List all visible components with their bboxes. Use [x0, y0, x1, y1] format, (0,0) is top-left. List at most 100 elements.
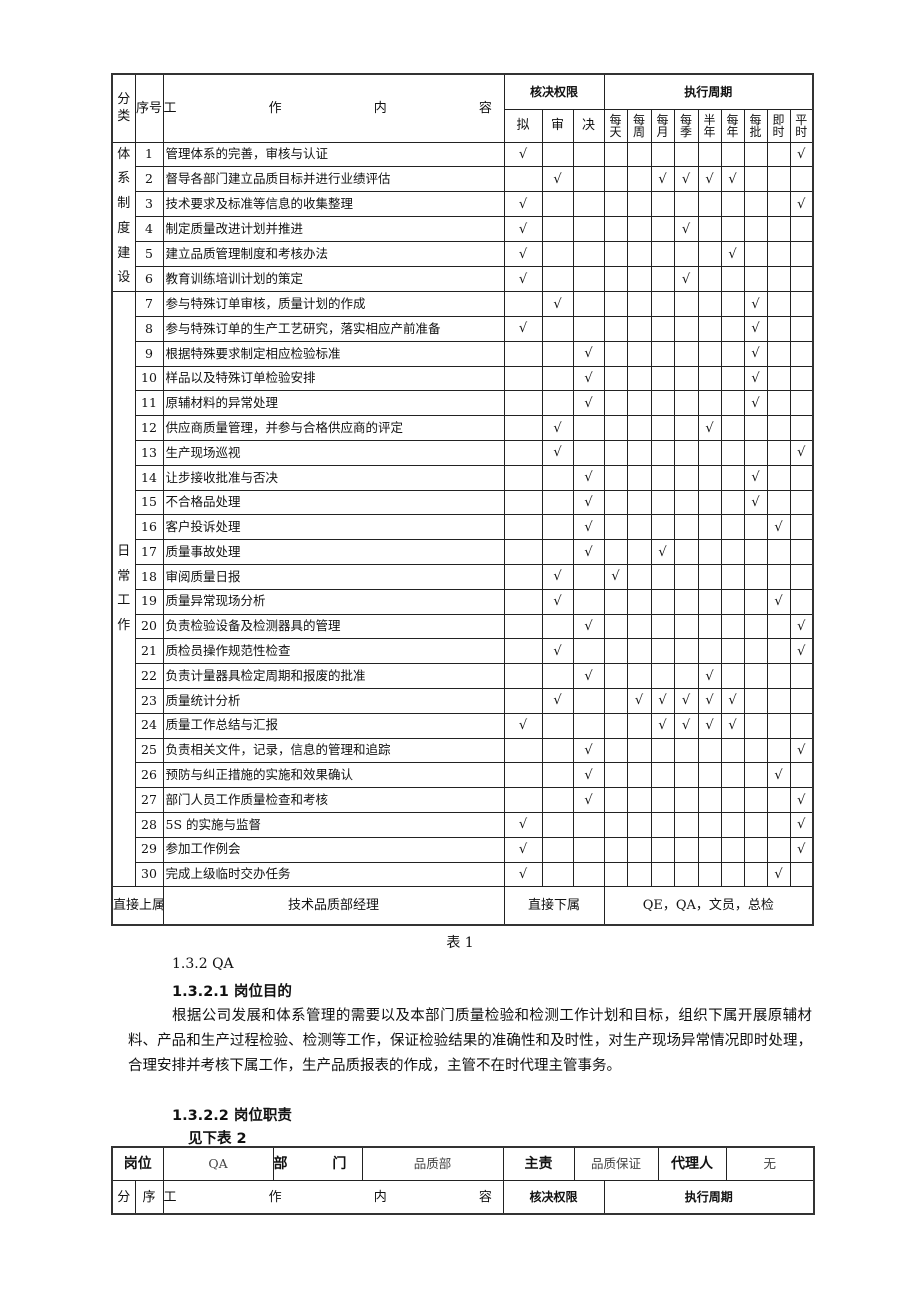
check-cell: [720, 564, 745, 590]
check-cell: [743, 588, 768, 615]
check-cell: [697, 191, 722, 218]
check-cell: [603, 191, 628, 218]
check-cell: [743, 638, 768, 665]
check-cell: √: [572, 340, 605, 367]
check-mark-icon: √: [518, 246, 528, 262]
check-cell: √: [720, 688, 745, 714]
see-table-note: 见下表 2: [188, 1131, 247, 1147]
check-cell: [572, 166, 605, 193]
row-content: 预防与纠正措施的实施和效果确认: [162, 762, 505, 789]
check-cell: √: [673, 688, 699, 714]
check-cell: [743, 861, 768, 888]
check-cell: [603, 216, 628, 243]
check-mark-icon: √: [728, 718, 737, 734]
check-cell: [743, 836, 768, 863]
check-cell: [626, 291, 652, 318]
check-cell: [572, 191, 605, 218]
check-cell: [626, 588, 652, 615]
check-cell: [697, 316, 722, 342]
check-cell: [603, 415, 628, 442]
check-mark-icon: √: [751, 470, 760, 486]
check-cell: [572, 216, 605, 243]
check-cell: √: [541, 588, 574, 615]
dept-value: 品质部: [361, 1146, 504, 1181]
table-row: 11 原辅材料的异常处理 √ √: [112, 390, 814, 417]
check-cell: √: [503, 191, 543, 218]
check-cell: [673, 390, 699, 417]
check-cell: [541, 191, 574, 218]
table-row: 29 参加工作例会 √ √: [112, 836, 814, 863]
header-seq: 序号: [134, 73, 164, 143]
check-cell: [673, 440, 699, 466]
check-cell: [673, 464, 699, 491]
check-cell: √: [572, 613, 605, 640]
header-cycle-col: 平时: [789, 108, 814, 143]
header-authority-col: 审: [541, 108, 574, 143]
check-cell: [541, 663, 574, 690]
check-mark-icon: √: [553, 420, 562, 436]
check-cell: [673, 588, 699, 615]
position-label: 岗位: [111, 1146, 164, 1181]
check-cell: [572, 588, 605, 615]
check-cell: [789, 340, 814, 367]
check-cell: [697, 836, 722, 863]
check-cell: [603, 365, 628, 392]
row-number: 20: [134, 613, 164, 640]
header-cycle-col: 每批: [743, 108, 768, 143]
check-cell: [789, 216, 814, 243]
check-cell: [541, 316, 574, 342]
check-mark-icon: √: [553, 569, 562, 585]
row-number: 18: [134, 564, 164, 590]
check-cell: [720, 415, 745, 442]
check-mark-icon: √: [797, 643, 806, 659]
check-cell: [603, 266, 628, 293]
check-cell: [626, 440, 652, 466]
row-number: 3: [134, 191, 164, 218]
check-cell: √: [789, 638, 814, 665]
check-cell: [603, 588, 628, 615]
check-cell: [743, 688, 768, 714]
row-content: 负责计量器具检定周期和报废的批准: [162, 663, 505, 690]
heading-1-3-2-2: 1.3.2.2 岗位职责: [172, 1108, 292, 1124]
check-cell: [603, 514, 628, 541]
check-cell: [650, 316, 675, 342]
check-mark-icon: √: [553, 594, 562, 610]
check-cell: [650, 415, 675, 442]
row-number: 14: [134, 464, 164, 491]
check-cell: [603, 141, 628, 168]
check-cell: [673, 365, 699, 392]
table-row: 19 质量异常现场分析 √ √: [112, 588, 814, 615]
check-cell: [650, 613, 675, 640]
check-cell: [743, 812, 768, 838]
check-mark-icon: √: [797, 619, 806, 635]
check-cell: [572, 712, 605, 739]
check-mark-icon: √: [584, 371, 593, 387]
duty-label: 主责: [502, 1146, 575, 1181]
check-cell: [650, 365, 675, 392]
dept-label: 部 门: [272, 1146, 363, 1181]
check-mark-icon: √: [681, 693, 691, 709]
check-cell: √: [572, 539, 605, 566]
check-cell: [766, 340, 791, 367]
check-cell: √: [503, 216, 543, 243]
check-cell: [673, 415, 699, 442]
check-cell: [673, 663, 699, 690]
check-cell: [766, 638, 791, 665]
row-number: 27: [134, 787, 164, 814]
check-mark-icon: √: [774, 594, 783, 610]
check-cell: [603, 390, 628, 417]
header-authority: 核决权限: [503, 73, 605, 110]
check-mark-icon: √: [584, 668, 593, 684]
check-cell: [697, 266, 722, 293]
check-cell: [650, 464, 675, 491]
check-cell: [697, 762, 722, 789]
table-row: 9 根据特殊要求制定相应检验标准 √ √: [112, 340, 814, 367]
check-mark-icon: √: [681, 221, 691, 237]
check-cell: [697, 489, 722, 516]
check-cell: [541, 787, 574, 814]
check-cell: [766, 663, 791, 690]
check-cell: [541, 762, 574, 789]
row-content: 负责检验设备及检测器具的管理: [162, 613, 505, 640]
check-cell: [673, 613, 699, 640]
check-mark-icon: √: [797, 743, 806, 759]
